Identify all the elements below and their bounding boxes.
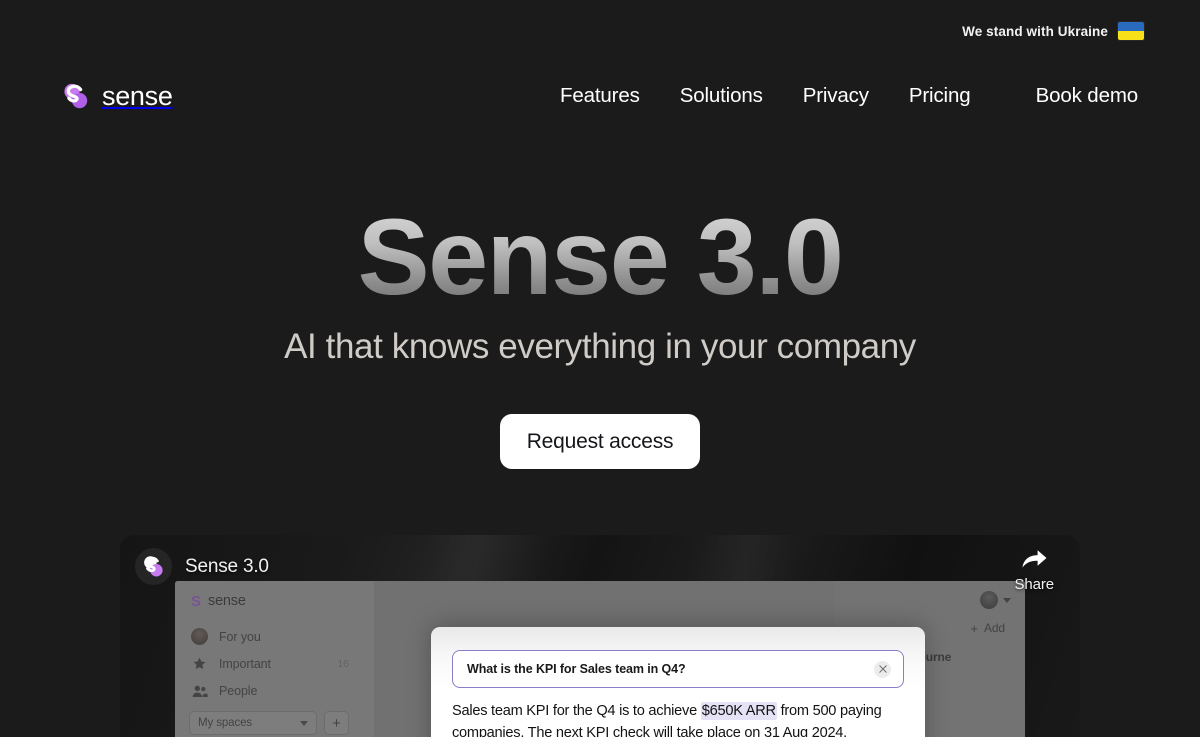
video-title: Sense 3.0 bbox=[185, 555, 269, 577]
app-sidebar: S sense For you Important 16 People My s… bbox=[175, 581, 375, 737]
close-icon[interactable] bbox=[874, 660, 891, 678]
nav-item-features[interactable]: Features bbox=[540, 84, 660, 108]
page-title: Sense 3.0 bbox=[0, 201, 1200, 312]
brand-name: sense bbox=[102, 80, 173, 111]
sidebar-item-badge: 16 bbox=[337, 657, 349, 670]
product-demo-video[interactable]: S sense For you Important 16 People My s… bbox=[120, 535, 1080, 737]
share-arrow-icon bbox=[1021, 547, 1048, 574]
book-demo-link[interactable]: Book demo bbox=[1036, 74, 1139, 118]
app-sidebar-nav: For you Important 16 People bbox=[175, 609, 374, 704]
site-header: sense Features Solutions Privacy Pricing… bbox=[0, 74, 1200, 118]
sense-s-logo-icon bbox=[62, 82, 90, 110]
sidebar-item-people[interactable]: People bbox=[191, 677, 359, 704]
app-screenshot: S sense For you Important 16 People My s… bbox=[175, 581, 1025, 737]
share-button[interactable]: Share bbox=[1014, 547, 1054, 593]
hero-subtitle: AI that knows everything in your company bbox=[284, 327, 916, 367]
landing-page: We stand with Ukraine sense Features Sol… bbox=[0, 0, 1200, 737]
answer-highlight: $650K ARR bbox=[700, 702, 777, 720]
ukraine-banner: We stand with Ukraine bbox=[962, 22, 1144, 40]
ukraine-flag-icon bbox=[1118, 22, 1144, 40]
star-icon bbox=[191, 655, 208, 672]
user-avatar-icon bbox=[980, 591, 998, 609]
answer-card: What is the KPI for Sales team in Q4? Sa… bbox=[431, 627, 925, 737]
sidebar-item-for-you[interactable]: For you bbox=[191, 623, 359, 650]
share-label: Share bbox=[1014, 576, 1054, 593]
chevron-down-icon bbox=[300, 717, 308, 729]
main-nav: Features Solutions Privacy Pricing bbox=[540, 74, 990, 118]
ukraine-flag-bottom-stripe bbox=[1118, 31, 1144, 40]
user-avatar-icon bbox=[191, 628, 208, 645]
add-space-button[interactable]: + bbox=[324, 711, 349, 735]
my-spaces-select[interactable]: My spaces bbox=[189, 711, 317, 735]
caret-down-icon bbox=[1003, 597, 1011, 603]
ukraine-banner-text: We stand with Ukraine bbox=[962, 23, 1108, 39]
sidebar-item-label: People bbox=[219, 683, 258, 698]
app-spaces-controls: My spaces + bbox=[189, 711, 349, 735]
ukraine-flag-top-stripe bbox=[1118, 22, 1144, 31]
app-brand-letter-icon: S bbox=[191, 592, 202, 610]
answer-text: Sales team KPI for the Q4 is to achieve … bbox=[452, 700, 904, 737]
nav-item-pricing[interactable]: Pricing bbox=[889, 84, 991, 108]
app-brand: S sense bbox=[175, 581, 374, 609]
answer-prefix: Sales team KPI for the Q4 is to achieve bbox=[452, 703, 701, 719]
app-user-menu[interactable] bbox=[835, 581, 1025, 609]
add-person-label: Add bbox=[983, 621, 1005, 635]
plus-icon: + bbox=[970, 620, 978, 636]
request-access-button[interactable]: Request access bbox=[499, 414, 701, 470]
sidebar-item-label: For you bbox=[219, 629, 261, 644]
video-owner: Sense 3.0 bbox=[135, 548, 269, 585]
brand-logo-link[interactable]: sense bbox=[62, 74, 173, 118]
nav-item-privacy[interactable]: Privacy bbox=[783, 84, 889, 108]
my-spaces-select-value: My spaces bbox=[198, 717, 253, 729]
search-input[interactable]: What is the KPI for Sales team in Q4? bbox=[467, 662, 874, 676]
people-icon bbox=[191, 682, 208, 699]
hero-cta-container: Request access bbox=[0, 414, 1200, 470]
sidebar-item-label: Important bbox=[219, 656, 271, 671]
app-brand-name: sense bbox=[208, 593, 246, 609]
sidebar-item-important[interactable]: Important 16 bbox=[191, 650, 359, 677]
nav-item-solutions[interactable]: Solutions bbox=[660, 84, 783, 108]
search-input-wrapper[interactable]: What is the KPI for Sales team in Q4? bbox=[452, 650, 904, 688]
sense-s-logo-icon bbox=[135, 548, 172, 585]
hero-section: Sense 3.0 AI that knows everything in yo… bbox=[0, 201, 1200, 470]
